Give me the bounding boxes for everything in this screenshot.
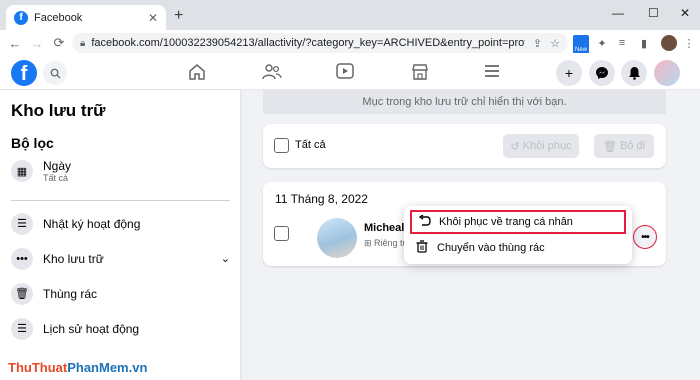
sidebar-item-label: Kho lưu trữ bbox=[43, 251, 104, 266]
date-filter-value: Tất cả bbox=[43, 173, 69, 183]
sidepanel-icon[interactable]: ▮ bbox=[637, 33, 651, 53]
back-button[interactable]: ← bbox=[4, 36, 26, 51]
trash-icon bbox=[414, 240, 430, 256]
more-options-button[interactable]: ••• bbox=[633, 225, 657, 249]
facebook-header: f + bbox=[0, 56, 700, 90]
close-window-button[interactable]: ✕ bbox=[680, 6, 690, 20]
sidebar-item-archive[interactable]: ••• Kho lưu trữ ⌄ bbox=[11, 241, 230, 276]
filter-heading: Bộ lọc bbox=[11, 135, 54, 151]
menu-item-label: Khôi phục về trang cá nhân bbox=[439, 216, 573, 228]
menu-item-label: Chuyển vào thùng rác bbox=[437, 242, 545, 254]
tab-title: Facebook bbox=[34, 11, 83, 24]
url-text[interactable]: facebook.com/100032239054213/allactivity… bbox=[91, 37, 525, 49]
extension-new-icon[interactable]: New bbox=[573, 33, 589, 53]
address-bar[interactable]: 🔒︎ facebook.com/100032239054213/allactiv… bbox=[72, 33, 568, 53]
restore-icon bbox=[416, 213, 432, 230]
select-all-checkbox[interactable] bbox=[274, 138, 289, 153]
select-all-label: Tất cả bbox=[295, 139, 326, 151]
restore-button[interactable]: ↺ Khôi phục bbox=[503, 134, 579, 158]
browser-tab-strip: f Facebook ✕ + — ☐ ✕ bbox=[0, 0, 700, 30]
watermark: ThuThuatPhanMem.vn bbox=[8, 360, 148, 375]
page-title: Kho lưu trữ bbox=[11, 101, 106, 120]
puzzle-icon[interactable]: ✦ bbox=[595, 33, 609, 53]
browser-tab[interactable]: f Facebook ✕ bbox=[6, 5, 166, 30]
account-avatar[interactable] bbox=[654, 60, 680, 86]
messenger-icon[interactable] bbox=[589, 60, 615, 86]
reload-button[interactable]: ⟳ bbox=[48, 35, 70, 51]
list-icon: ☰ bbox=[11, 212, 33, 235]
restore-icon: ↺ bbox=[510, 140, 520, 153]
calendar-icon: ▦ bbox=[11, 160, 33, 182]
move-to-trash-item[interactable]: Chuyển vào thùng rác bbox=[410, 236, 626, 260]
remove-button[interactable]: 🗑︎ Bỏ đi bbox=[594, 134, 654, 158]
sidebar-item-trash[interactable]: 🗑︎ Thùng rác bbox=[11, 276, 230, 311]
share-icon[interactable]: ⇪ bbox=[533, 37, 542, 50]
star-icon[interactable]: ☆ bbox=[550, 37, 560, 50]
date-header: 11 Tháng 8, 2022 bbox=[275, 192, 368, 206]
kebab-menu-icon[interactable]: ⋮ bbox=[683, 33, 695, 53]
search-icon[interactable] bbox=[43, 61, 67, 85]
watch-icon[interactable] bbox=[333, 63, 357, 84]
chevron-down-icon[interactable]: ⌄ bbox=[221, 252, 230, 265]
list-icon: ☰ bbox=[11, 317, 33, 340]
forward-button[interactable]: → bbox=[26, 36, 48, 51]
marketplace-icon[interactable] bbox=[408, 63, 432, 86]
post-checkbox[interactable] bbox=[274, 226, 289, 241]
date-filter-label: Ngày bbox=[43, 159, 72, 173]
home-icon[interactable] bbox=[185, 63, 209, 86]
trash-icon: 🗑︎ bbox=[11, 282, 33, 305]
media-icon[interactable]: ≡ bbox=[615, 33, 629, 53]
sidebar-item-label: Lịch sử hoạt động bbox=[43, 321, 140, 336]
sidebar-item-activity-log[interactable]: ☰ Nhật ký hoạt động bbox=[11, 206, 230, 241]
sidebar-item-activity-history[interactable]: ☰ Lịch sử hoạt động bbox=[11, 311, 230, 346]
date-filter[interactable]: ▦ Ngày Tất cả bbox=[11, 151, 230, 191]
sidebar: Kho lưu trữ Bộ lọc ▦ Ngày Tất cả ☰ Nhật … bbox=[0, 90, 240, 380]
tab-close-icon[interactable]: ✕ bbox=[148, 11, 158, 25]
facebook-logo-icon[interactable]: f bbox=[11, 60, 37, 86]
lock-icon: 🔒︎ bbox=[80, 37, 86, 49]
more-dots-icon: ••• bbox=[11, 247, 33, 270]
menu-icon[interactable] bbox=[480, 63, 504, 84]
minimize-button[interactable]: — bbox=[612, 6, 624, 20]
trash-icon: 🗑︎ bbox=[602, 140, 617, 153]
sidebar-item-label: Nhật ký hoạt động bbox=[43, 216, 141, 231]
notifications-icon[interactable] bbox=[621, 60, 647, 86]
profile-avatar[interactable] bbox=[661, 35, 677, 51]
post-context-menu: Khôi phục về trang cá nhân Chuyển vào th… bbox=[404, 206, 632, 264]
browser-toolbar: ← → ⟳ 🔒︎ facebook.com/100032239054213/al… bbox=[0, 30, 700, 56]
new-tab-button[interactable]: + bbox=[174, 7, 183, 25]
friends-icon[interactable] bbox=[260, 63, 284, 86]
create-icon[interactable]: + bbox=[556, 60, 582, 86]
sidebar-item-label: Thùng rác bbox=[43, 286, 98, 301]
bulk-actions-card: Tất cả ↺ Khôi phục 🗑︎ Bỏ đi bbox=[263, 124, 666, 168]
post-privacy: ⊞ Riêng tư bbox=[364, 238, 409, 248]
maximize-button[interactable]: ☐ bbox=[648, 6, 659, 20]
avatar bbox=[317, 218, 357, 258]
archive-privacy-banner: Mục trong kho lưu trữ chỉ hiển thị với b… bbox=[263, 90, 666, 114]
restore-to-profile-item[interactable]: Khôi phục về trang cá nhân bbox=[410, 210, 626, 234]
sidebar-divider bbox=[11, 200, 230, 201]
facebook-favicon-icon: f bbox=[14, 10, 28, 25]
